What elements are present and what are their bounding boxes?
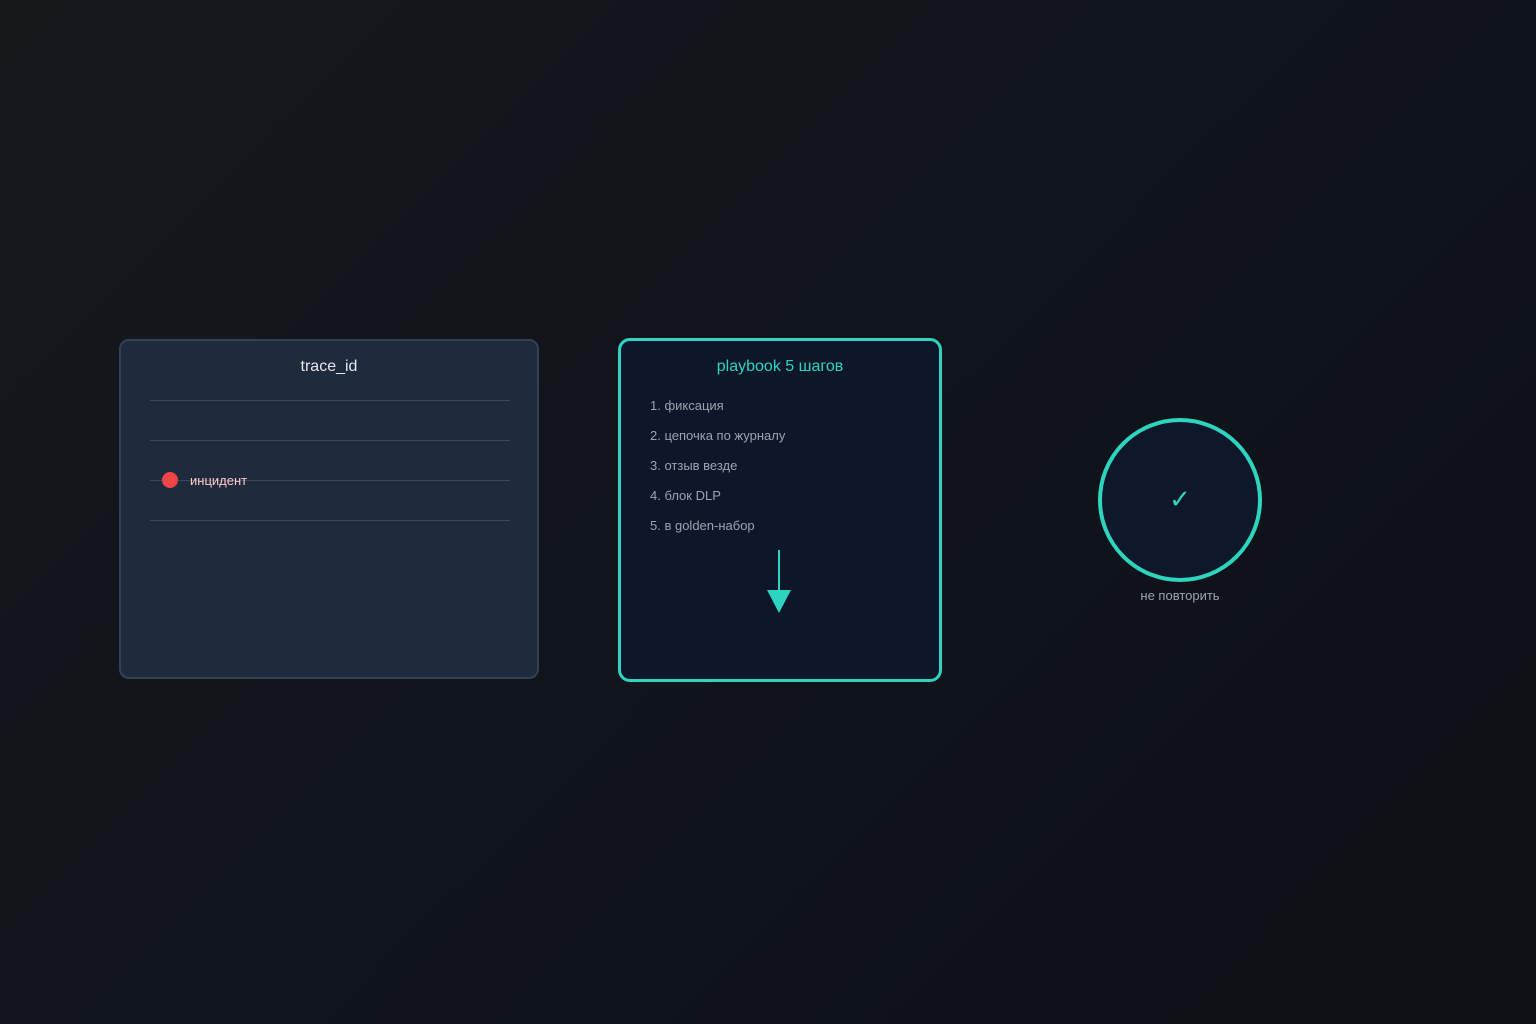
arrow-down-icon [767, 550, 791, 613]
trace-card: trace_id инцидент [119, 339, 539, 679]
playbook-step: 2. цепочка по журналу [650, 428, 786, 443]
playbook-step: 3. отзыв везде [650, 458, 738, 473]
trace-line [150, 520, 510, 521]
incident-label: инцидент [190, 473, 248, 488]
trace-line [150, 440, 510, 441]
trace-line [150, 400, 510, 401]
incident-dot [162, 472, 178, 488]
playbook-step: 5. в golden-набор [650, 518, 755, 533]
badge-label: не повторить [1140, 588, 1220, 603]
playbook-card: playbook 5 шагов 1. фиксация 2. цепочка … [618, 338, 942, 682]
check-icon: ✓ [1169, 485, 1191, 515]
playbook-step: 4. блок DLP [650, 488, 721, 503]
playbook-steps: 1. фиксация 2. цепочка по журналу 3. отз… [650, 399, 785, 549]
trace-card-title: trace_id [300, 358, 358, 375]
done-badge: ✓ [1098, 418, 1262, 582]
playbook-card-title: playbook 5 шагов [716, 358, 844, 375]
playbook-step: 1. фиксация [650, 398, 724, 413]
